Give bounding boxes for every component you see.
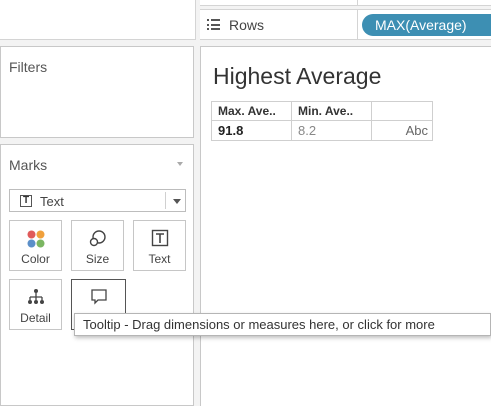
color-label: Color (21, 252, 50, 266)
rows-shelf-label: Rows (200, 10, 358, 39)
color-icon (27, 230, 44, 248)
cell-min-average[interactable]: 8.2 (292, 121, 371, 140)
mark-type-label: Text (40, 194, 64, 209)
detail-label: Detail (20, 311, 51, 325)
marks-menu-caret-icon[interactable] (177, 162, 183, 166)
marks-card: Marks T Text Color Size Text Detail (0, 144, 194, 406)
detail-button[interactable]: Detail (9, 279, 62, 330)
column-header-max-average[interactable]: Max. Ave.. (212, 101, 291, 121)
marks-title: Marks (9, 157, 48, 173)
size-button[interactable]: Size (71, 220, 124, 271)
text-table: Max. Ave.. Min. Ave.. 91.8 8.2 Abc (211, 101, 433, 141)
columns-shelf[interactable] (200, 0, 491, 6)
filters-card[interactable]: Filters (0, 46, 194, 138)
max-average-pill[interactable]: MAX(Average) (362, 14, 491, 36)
rows-shelf[interactable]: Rows MAX(Average) (200, 9, 491, 40)
filters-title: Filters (9, 59, 48, 75)
worksheet-title: Highest Average (213, 63, 382, 89)
rows-icon (207, 19, 220, 30)
tooltip-popup: Tooltip - Drag dimensions or measures he… (74, 313, 491, 336)
text-icon (151, 229, 168, 247)
size-icon (89, 230, 106, 247)
column-header-blank (372, 101, 432, 121)
text-mark-icon: T (20, 195, 32, 207)
text-label: Text (148, 252, 171, 266)
worksheet-view: Highest Average Max. Ave.. Min. Ave.. 91… (200, 46, 491, 406)
detail-icon (27, 289, 44, 304)
columns-shelf-left (0, 0, 196, 40)
rows-label-text: Rows (229, 16, 265, 33)
text-button[interactable]: Text (133, 220, 186, 271)
cell-text-placeholder[interactable]: Abc (372, 121, 432, 140)
color-button[interactable]: Color (9, 220, 62, 271)
tooltip-icon (90, 289, 107, 305)
size-label: Size (85, 252, 110, 266)
column-header-min-average[interactable]: Min. Ave.. (292, 101, 371, 121)
mark-type-dropdown[interactable]: T Text (9, 189, 186, 212)
chevron-down-icon[interactable] (173, 199, 181, 204)
cell-max-average[interactable]: 91.8 (212, 121, 291, 140)
